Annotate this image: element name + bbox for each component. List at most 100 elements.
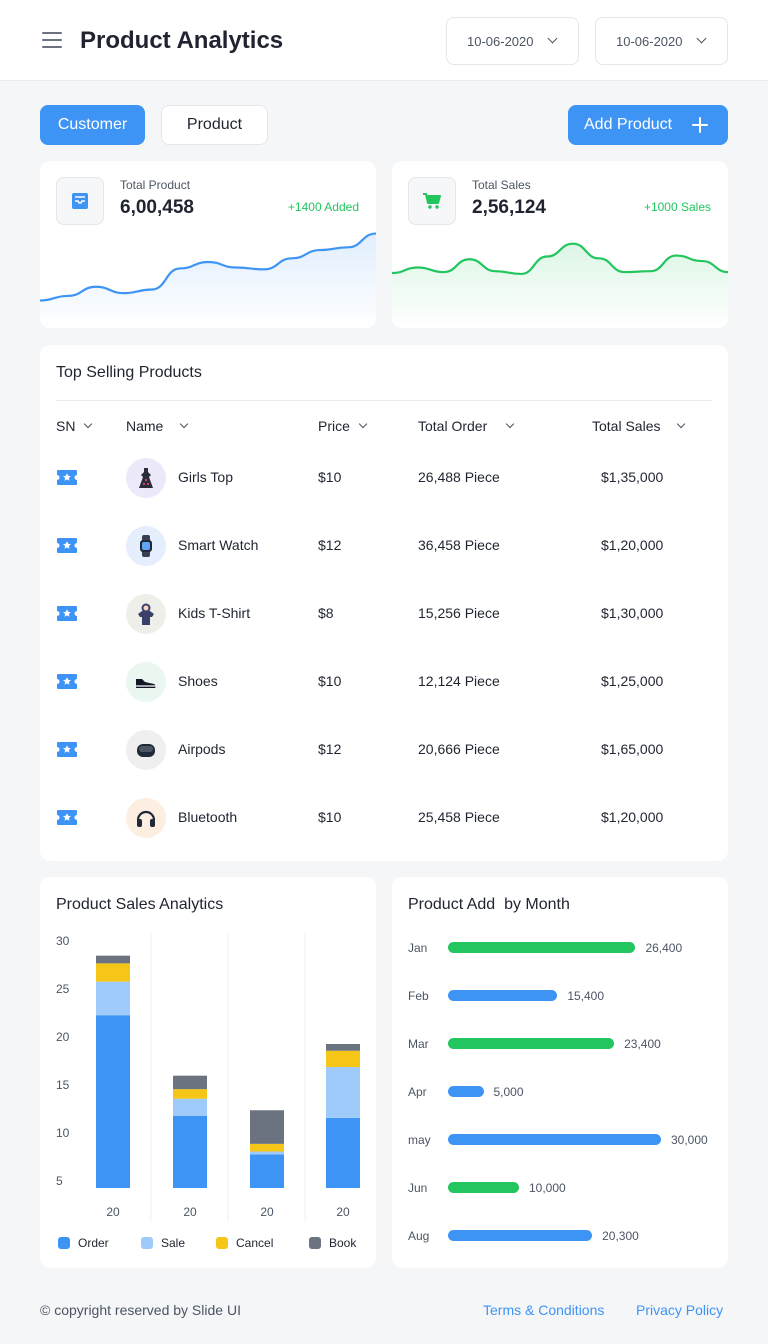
add-product-label: Add Product bbox=[584, 116, 673, 133]
month-label: Feb bbox=[408, 989, 429, 1003]
column-label: Total Sales bbox=[592, 418, 661, 434]
plus-icon bbox=[692, 117, 708, 133]
tab-product[interactable]: Product bbox=[161, 105, 268, 145]
month-value: 15,400 bbox=[567, 989, 605, 1003]
table-row[interactable]: Girls Top $10 26,488 Piece $1,35,000 bbox=[40, 444, 728, 512]
x-tick-label: 20 bbox=[106, 1205, 120, 1219]
ticket-icon[interactable] bbox=[56, 809, 78, 826]
month-value: 30,000 bbox=[671, 1133, 708, 1147]
headphones-icon bbox=[126, 798, 166, 838]
product-price: $12 bbox=[318, 537, 342, 553]
column-label: SN bbox=[56, 418, 76, 434]
product-sales-analytics-card: Product Sales Analytics 30 25 20 15 10 5 20 20… bbox=[40, 877, 376, 1268]
column-header-price[interactable]: Price bbox=[318, 418, 368, 434]
chevron-down-icon bbox=[547, 33, 558, 44]
ticket-icon[interactable] bbox=[56, 605, 78, 622]
bar-segment-order bbox=[173, 1116, 207, 1188]
month-label: Mar bbox=[408, 1037, 429, 1051]
product-orders: 15,256 Piece bbox=[418, 605, 500, 621]
bar-segment-cancel bbox=[250, 1143, 284, 1152]
bar-segment-cancel bbox=[173, 1089, 207, 1099]
table-row[interactable]: Bluetooth $10 25,458 Piece $1,20,000 bbox=[40, 784, 728, 852]
stat-label: Total Sales bbox=[472, 178, 531, 192]
product-name: Shoes bbox=[178, 673, 218, 689]
top-selling-card: Top Selling Products SN Name Price Total… bbox=[40, 345, 728, 861]
month-bar bbox=[448, 1038, 615, 1049]
bar-segment-cancel bbox=[326, 1050, 360, 1068]
product-orders: 25,458 Piece bbox=[418, 809, 500, 825]
stat-delta: +1400 Added bbox=[287, 200, 359, 214]
bar-segment-book bbox=[250, 1110, 284, 1144]
hamburger-menu-icon[interactable] bbox=[42, 32, 62, 48]
chevron-down-icon bbox=[696, 33, 707, 44]
date-from-value: 10-06-2020 bbox=[467, 33, 534, 49]
product-sales: $1,35,000 bbox=[601, 469, 664, 485]
product-sales: $1,20,000 bbox=[601, 809, 664, 825]
product-sales: $1,25,000 bbox=[601, 673, 664, 689]
legend-swatch bbox=[216, 1237, 228, 1249]
watch-icon bbox=[126, 526, 166, 566]
x-tick-label: 20 bbox=[260, 1205, 274, 1219]
product-sales: $1,65,000 bbox=[601, 741, 664, 757]
x-tick-label: 20 bbox=[183, 1205, 197, 1219]
x-tick-label: 20 bbox=[336, 1205, 350, 1219]
product-add-by-month-card: Product Add by Month Jan 26,400 Feb 15,400 M… bbox=[392, 877, 728, 1268]
add-product-button[interactable]: Add Product bbox=[568, 105, 728, 145]
chevron-down-icon bbox=[677, 419, 686, 429]
privacy-link[interactable]: Privacy Policy bbox=[636, 1302, 723, 1318]
copyright-text: © copyright reserved by Slide UI bbox=[40, 1302, 241, 1318]
stat-value: 6,00,458 bbox=[120, 197, 194, 218]
bar-segment-sale bbox=[96, 981, 130, 1016]
product-sales: $1,30,000 bbox=[601, 605, 664, 621]
month-value: 23,400 bbox=[624, 1037, 661, 1051]
ticket-icon[interactable] bbox=[56, 673, 78, 690]
product-name: Airpods bbox=[178, 741, 226, 757]
product-price: $12 bbox=[318, 741, 342, 757]
month-bar bbox=[448, 1182, 519, 1193]
product-price: $10 bbox=[318, 469, 342, 485]
divider bbox=[56, 400, 712, 401]
column-header-sn[interactable]: SN bbox=[56, 418, 93, 434]
date-to-picker[interactable]: 10-06-2020 bbox=[595, 17, 728, 65]
product-name: Kids T-Shirt bbox=[178, 605, 251, 621]
chevron-down-icon bbox=[180, 419, 189, 429]
ticket-icon[interactable] bbox=[56, 741, 78, 758]
table-row[interactable]: Shoes $10 12,124 Piece $1,25,000 bbox=[40, 648, 728, 716]
stat-label: Total Product bbox=[120, 178, 191, 192]
date-from-picker[interactable]: 10-06-2020 bbox=[446, 17, 579, 65]
terms-link[interactable]: Terms & Conditions bbox=[483, 1302, 604, 1318]
legend-swatch bbox=[58, 1237, 70, 1249]
total-sales-sparkline bbox=[392, 242, 728, 328]
ticket-icon[interactable] bbox=[56, 469, 78, 486]
legend-cancel: Cancel bbox=[216, 1236, 273, 1250]
ticket-icon[interactable] bbox=[56, 537, 78, 554]
month-value: 5,000 bbox=[493, 1085, 524, 1099]
shoe-icon bbox=[126, 662, 166, 702]
month-label: Apr bbox=[408, 1085, 427, 1099]
legend-label: Cancel bbox=[236, 1236, 274, 1250]
month-bar bbox=[448, 990, 558, 1001]
month-value: 10,000 bbox=[529, 1181, 566, 1195]
tab-customer[interactable]: Customer bbox=[40, 105, 145, 145]
month-bar bbox=[448, 1134, 661, 1145]
column-label: Total Order bbox=[418, 418, 488, 434]
legend-sale: Sale bbox=[141, 1236, 185, 1250]
bar-segment-book bbox=[173, 1075, 207, 1090]
table-row[interactable]: Airpods $12 20,666 Piece $1,65,000 bbox=[40, 716, 728, 784]
chevron-down-icon bbox=[84, 419, 93, 429]
stat-delta: +1000 Sales bbox=[643, 200, 711, 214]
column-label: Price bbox=[318, 418, 350, 434]
table-row[interactable]: Smart Watch $12 36,458 Piece $1,20,000 bbox=[40, 512, 728, 580]
bar-segment-book bbox=[326, 1044, 360, 1051]
month-value: 20,300 bbox=[602, 1229, 639, 1243]
column-header-total-sales[interactable]: Total Sales bbox=[592, 418, 686, 434]
bar-segment-sale bbox=[250, 1151, 284, 1155]
legend-swatch bbox=[309, 1237, 321, 1249]
bar-segment-order bbox=[250, 1154, 284, 1188]
bar-segment-sale bbox=[173, 1098, 207, 1116]
column-header-total-order[interactable]: Total Order bbox=[418, 418, 515, 434]
table-row[interactable]: Kids T-Shirt $8 15,256 Piece $1,30,000 bbox=[40, 580, 728, 648]
legend-order: Order bbox=[58, 1236, 109, 1250]
column-header-name[interactable]: Name bbox=[126, 418, 189, 434]
month-bar bbox=[448, 1086, 484, 1097]
